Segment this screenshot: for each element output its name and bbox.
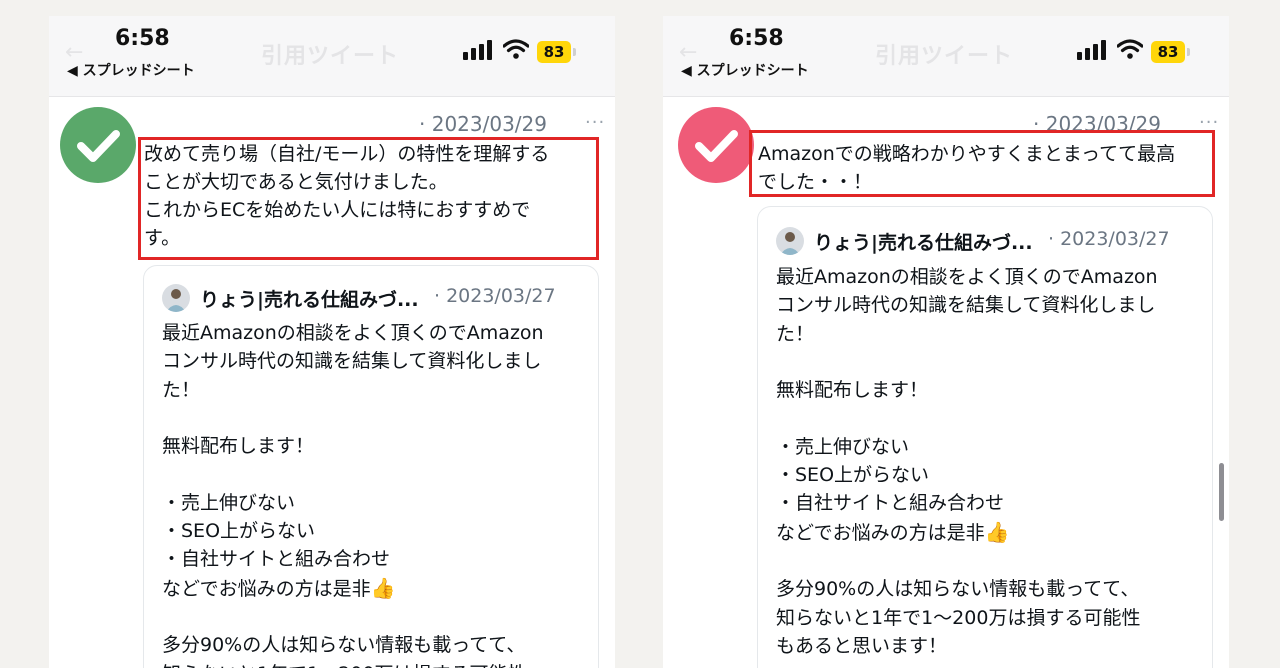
quoted-tweet-card[interactable]: りょう|売れる仕組みづ... · 2023/03/27 最近Amazonの相談を…: [143, 265, 599, 668]
checkmark-icon: [678, 107, 754, 183]
quoted-body-tail: 多分90%の人は知らない情報も載ってて、 知らないと1年で1〜200万は損する可…: [162, 634, 526, 668]
quoted-body-text: 最近Amazonの相談をよく頂くのでAmazon コンサル時代の知識を結集して資…: [162, 322, 544, 600]
tweet-date[interactable]: · 2023/03/29: [419, 112, 547, 136]
quoted-tweet-date[interactable]: · 2023/03/27: [434, 285, 556, 307]
battery-cap: [1187, 48, 1190, 56]
highlight-box: [749, 130, 1215, 197]
quoted-author-name[interactable]: りょう|売れる仕組みづ...: [200, 285, 419, 312]
quoted-body-text: 最近Amazonの相談をよく頂くのでAmazon コンサル時代の知識を結集して資…: [776, 266, 1158, 544]
scrollbar[interactable]: [1219, 463, 1224, 521]
back-to-app-link[interactable]: ◀ スプレッドシート: [67, 60, 195, 80]
wifi-icon: [1117, 39, 1143, 59]
back-to-app-link[interactable]: ◀ スプレッドシート: [681, 60, 809, 80]
avatar[interactable]: [162, 284, 190, 312]
quoted-tweet-text: 最近Amazonの相談をよく頂くのでAmazon コンサル時代の知識を結集して資…: [776, 263, 1206, 660]
quoted-tweet-text: 最近Amazonの相談をよく頂くのでAmazon コンサル時代の知識を結集して資…: [162, 319, 592, 668]
checkmark-icon: [60, 107, 136, 183]
quoted-author-name[interactable]: りょう|売れる仕組みづ...: [814, 228, 1033, 255]
quoted-tweet-card[interactable]: りょう|売れる仕組みづ... · 2023/03/27 最近Amazonの相談を…: [757, 206, 1213, 668]
avatar[interactable]: [776, 227, 804, 255]
battery-cap: [573, 48, 576, 56]
header-title: 引用ツイート: [261, 44, 400, 69]
battery-level: 83: [1151, 41, 1185, 63]
left-screenshot: ← 引用ツイート 6:58 ◀ スプレッドシート 83 · 2023/03/29…: [49, 16, 615, 668]
quoted-body-tail: 多分90%の人は知らない情報も載ってて、 知らないと1年で1〜200万は損する可…: [776, 578, 1141, 657]
thumbs-up-icon: 👍: [370, 575, 396, 600]
wifi-icon: [503, 39, 529, 59]
cellular-signal-icon: [1077, 40, 1106, 60]
status-time: 6:58: [729, 26, 784, 51]
thumbs-up-icon: 👍: [984, 519, 1010, 544]
highlight-box: [138, 137, 599, 260]
header-title: 引用ツイート: [875, 44, 1014, 69]
battery-level: 83: [537, 41, 571, 63]
quoted-tweet-date[interactable]: · 2023/03/27: [1048, 228, 1170, 250]
status-time: 6:58: [115, 26, 170, 51]
cellular-signal-icon: [463, 40, 492, 60]
right-screenshot: ← 引用ツイート 6:58 ◀ スプレッドシート 83 · 2023/03/29…: [663, 16, 1229, 668]
more-options-icon[interactable]: ···: [585, 112, 605, 133]
status-bar: ← 引用ツイート 6:58 ◀ スプレッドシート 83: [663, 16, 1229, 97]
status-bar: ← 引用ツイート 6:58 ◀ スプレッドシート 83: [49, 16, 615, 97]
